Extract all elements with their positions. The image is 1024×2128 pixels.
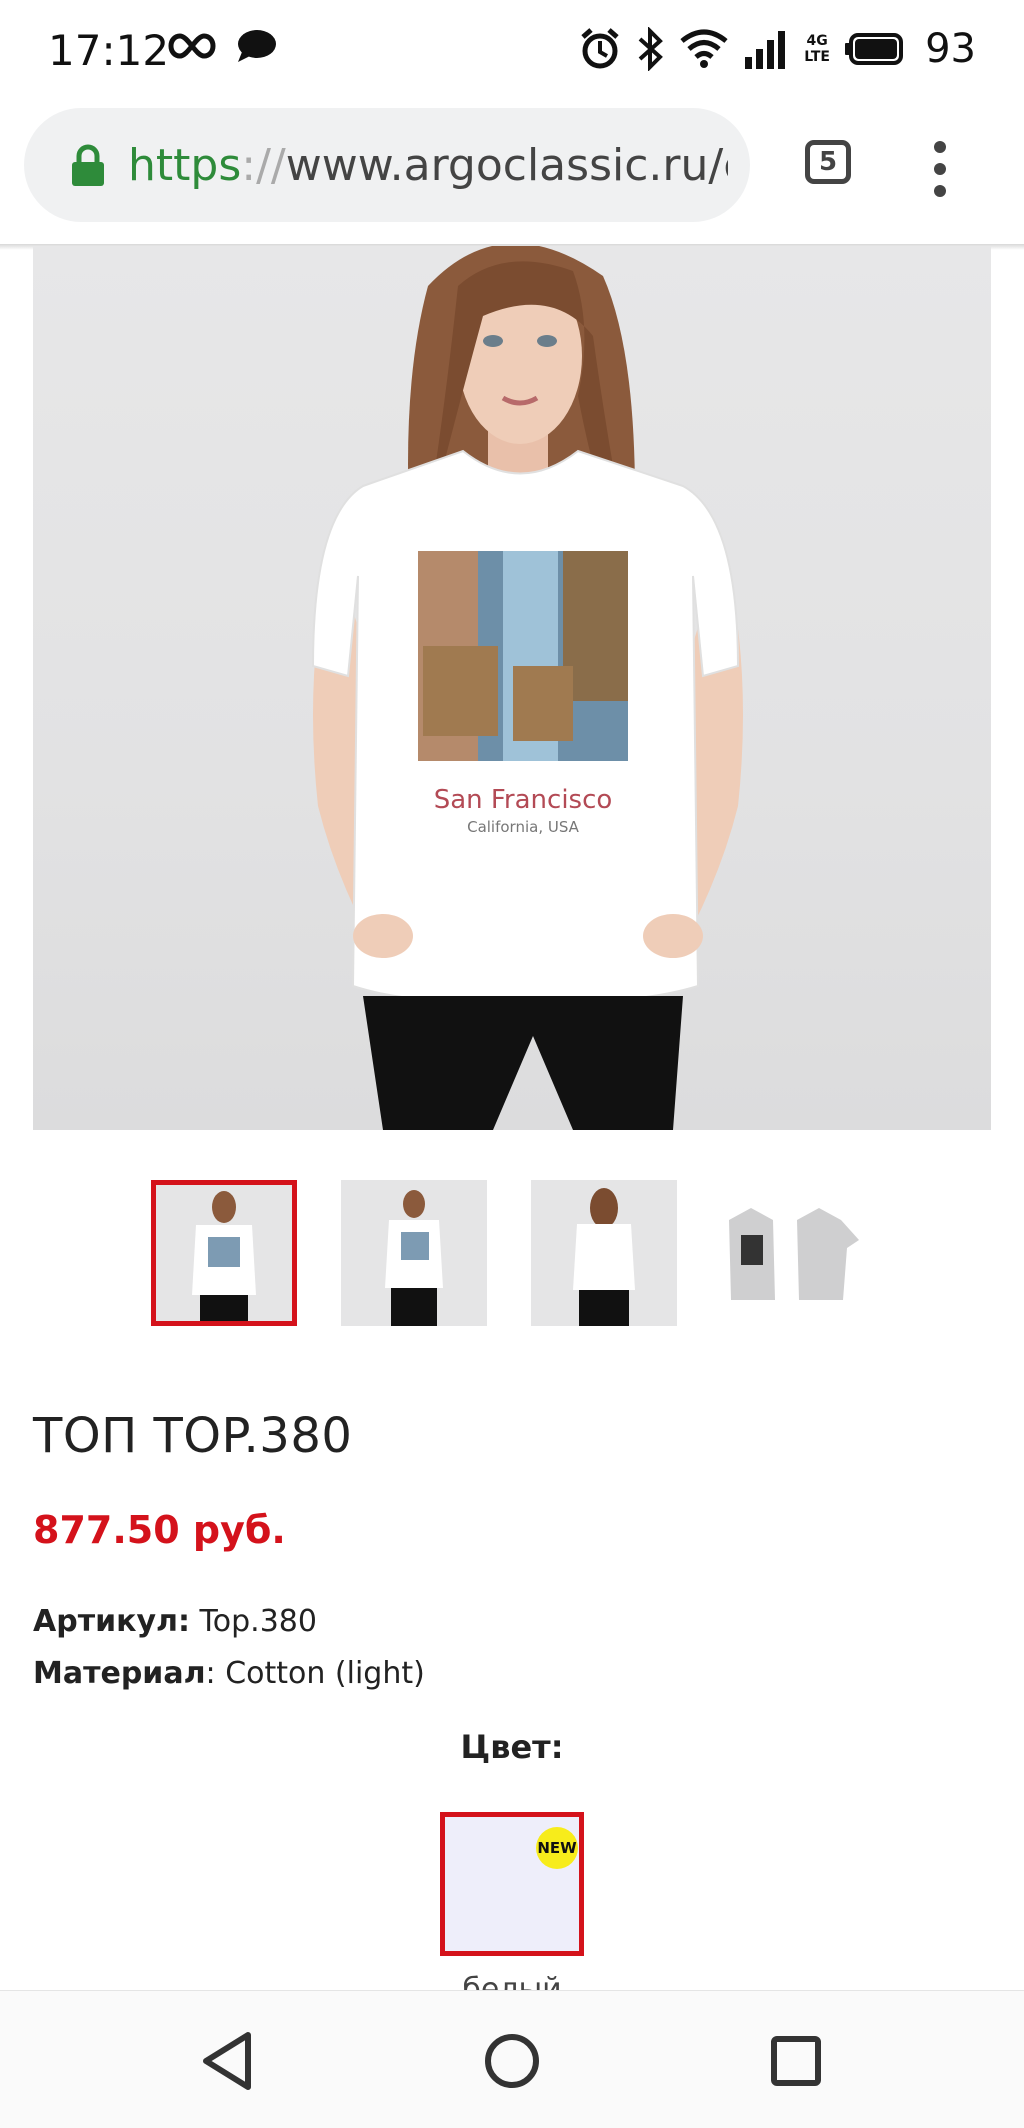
sku-row: Артикул: Top.380 — [33, 1604, 317, 1639]
battery-icon — [845, 33, 904, 65]
bluetooth-icon — [638, 27, 663, 71]
new-badge: NEW — [536, 1827, 578, 1869]
wifi-icon — [680, 29, 728, 68]
color-swatch-white[interactable]: NEW — [440, 1812, 584, 1956]
infinity-icon — [168, 33, 216, 59]
product-price: 877.50 руб. — [33, 1508, 286, 1552]
signal-icon — [745, 31, 786, 69]
status-time: 17:12 — [48, 26, 170, 75]
back-icon[interactable] — [190, 2021, 270, 2101]
material-value: : Cotton (light) — [205, 1656, 425, 1691]
model-illustration: San Francisco California, USA — [311, 246, 743, 1130]
sku-value: Top.380 — [190, 1604, 317, 1639]
product-main-image[interactable]: San Francisco California, USA — [33, 246, 991, 1130]
tab-switcher-button[interactable]: 5 — [805, 140, 851, 184]
thumbnail-front[interactable] — [151, 1180, 297, 1326]
system-navigation-bar — [0, 1990, 1024, 2128]
lock-icon — [72, 144, 104, 186]
battery-percent: 93 — [925, 26, 976, 72]
address-bar[interactable]: https://www.argoclassic.ru/c — [24, 108, 750, 222]
status-bar: 17:12 4G LTE 93 — [0, 0, 1024, 106]
home-icon[interactable] — [472, 2021, 552, 2101]
overflow-menu-icon[interactable] — [930, 140, 950, 198]
thumbnail-back[interactable] — [531, 1180, 677, 1326]
material-label: Материал — [33, 1656, 206, 1691]
print-subtitle: California, USA — [467, 818, 580, 836]
browser-toolbar: https://www.argoclassic.ru/c 5 — [0, 106, 1024, 246]
print-title: San Francisco — [434, 785, 613, 815]
network-type-label: 4G LTE — [804, 33, 830, 65]
product-title: ТОП TOP.380 — [33, 1408, 353, 1464]
thumbnail-front-far[interactable] — [341, 1180, 487, 1326]
chat-bubble-icon — [238, 30, 276, 62]
thumbnail-flat-lay[interactable] — [721, 1180, 867, 1326]
material-row: Материал: Cotton (light) — [33, 1656, 425, 1691]
alarm-icon — [581, 28, 619, 69]
color-heading: Цвет: — [460, 1728, 564, 1766]
thumbnail-strip — [151, 1180, 867, 1326]
recents-icon[interactable] — [756, 2021, 836, 2101]
url-text[interactable]: https://www.argoclassic.ru/c — [128, 140, 728, 191]
sku-label: Артикул: — [33, 1604, 190, 1639]
